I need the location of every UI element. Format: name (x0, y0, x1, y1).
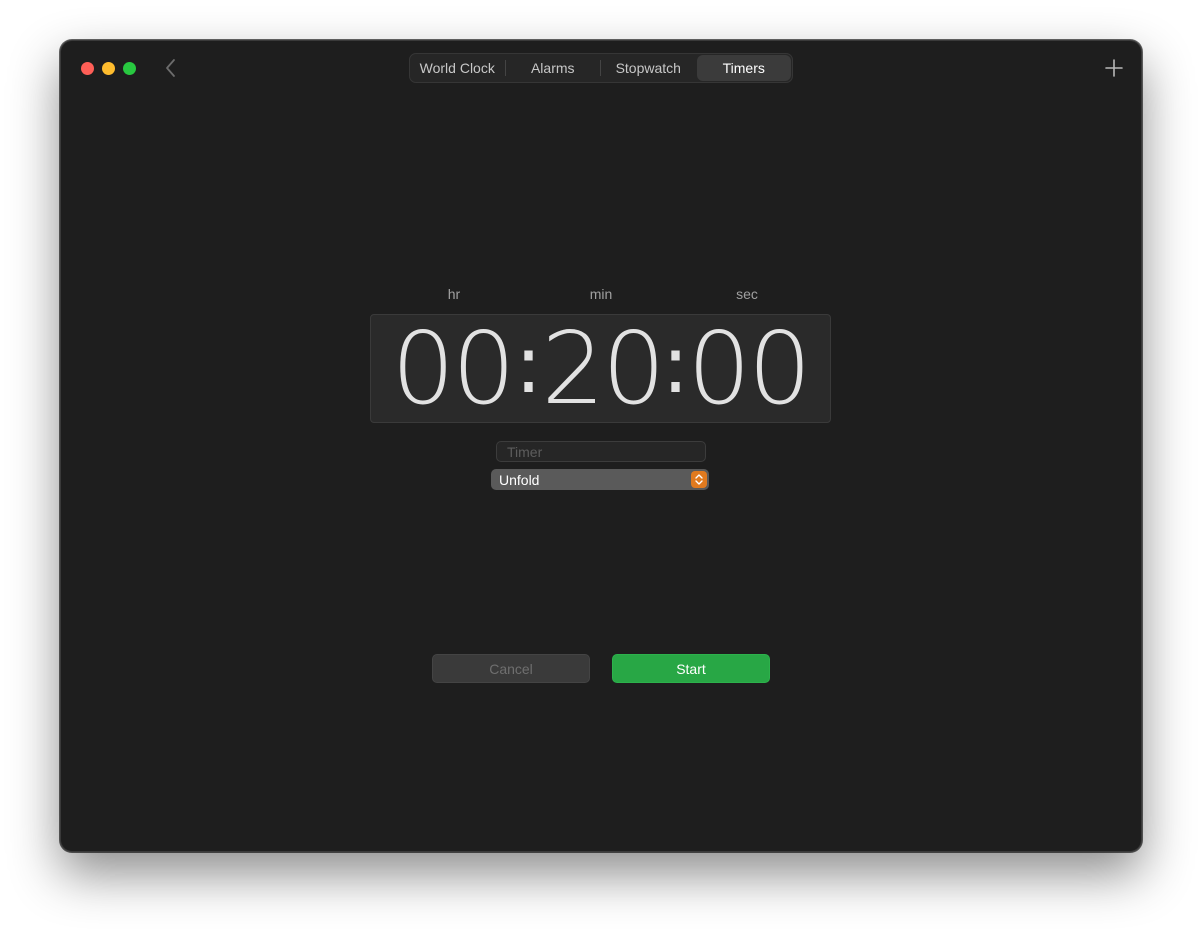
sound-select[interactable]: Unfold (491, 469, 709, 490)
tab-stopwatch[interactable]: Stopwatch (601, 54, 696, 82)
tab-timers[interactable]: Timers (696, 55, 791, 81)
plus-icon (1105, 59, 1123, 77)
maximize-window-button[interactable] (123, 62, 136, 75)
chevron-left-icon (166, 59, 175, 77)
minutes-field[interactable]: 20 (533, 315, 671, 422)
add-timer-button[interactable] (1103, 57, 1125, 79)
tab-world-clock[interactable]: World Clock (410, 54, 505, 82)
up-down-chevron-icon (691, 471, 707, 488)
back-button[interactable] (161, 57, 181, 79)
cancel-button[interactable]: Cancel (432, 654, 590, 683)
minimize-window-button[interactable] (102, 62, 115, 75)
tab-bar: World Clock Alarms Stopwatch Timers (409, 53, 793, 83)
minutes-unit-label: min (589, 286, 613, 302)
close-window-button[interactable] (81, 62, 94, 75)
sound-select-value: Unfold (499, 471, 540, 488)
tab-alarms[interactable]: Alarms (506, 54, 601, 82)
timer-label-input[interactable] (496, 441, 706, 462)
hours-field[interactable]: 00 (383, 315, 521, 422)
seconds-unit-label: sec (736, 286, 758, 302)
seconds-field[interactable]: 00 (679, 315, 817, 422)
timer-duration-picker: 00 : 20 : 00 (370, 314, 831, 423)
hours-unit-label: hr (447, 286, 461, 302)
start-button[interactable]: Start (612, 654, 770, 683)
clock-window: World Clock Alarms Stopwatch Timers hr m… (60, 40, 1142, 852)
